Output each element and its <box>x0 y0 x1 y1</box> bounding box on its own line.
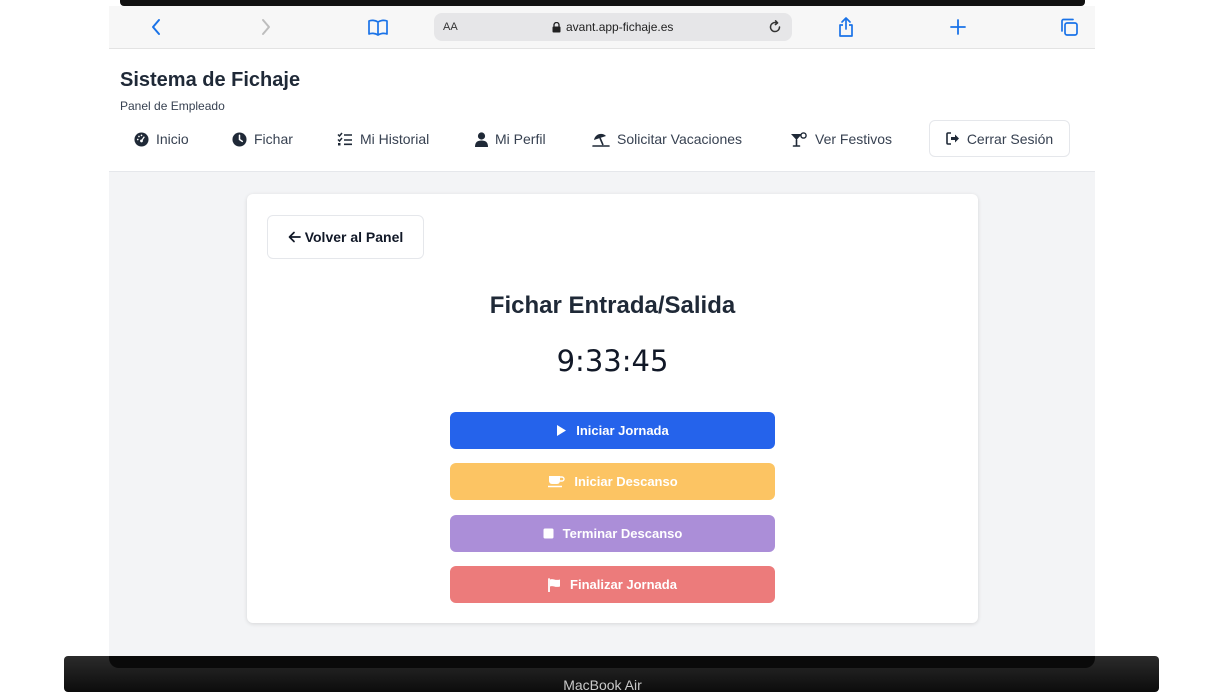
end-day-label: Finalizar Jornada <box>570 577 677 592</box>
nav-item-festivos[interactable]: Ver Festivos <box>790 126 892 152</box>
app-header: Sistema de Fichaje Panel de Empleado Ini… <box>109 49 1095 172</box>
gauge-icon <box>134 131 149 147</box>
cocktail-icon <box>791 131 807 147</box>
start-day-label: Iniciar Jornada <box>576 423 669 438</box>
main-nav: Inicio Fichar Mi Historial Mi Perfil Sol… <box>109 120 1095 160</box>
chevron-right-icon[interactable] <box>253 14 279 40</box>
nav-label-inicio: Inicio <box>156 131 189 147</box>
sign-out-icon <box>946 132 959 145</box>
nav-label-festivos: Ver Festivos <box>815 131 893 147</box>
nav-item-vacaciones[interactable]: Solicitar Vacaciones <box>592 126 742 152</box>
flag-icon <box>548 577 561 592</box>
url-text: avant.app-fichaje.es <box>566 20 674 34</box>
nav-label-fichar: Fichar <box>254 131 293 147</box>
lock-icon <box>552 21 561 32</box>
start-break-button[interactable]: Iniciar Descanso <box>450 463 775 500</box>
address-bar[interactable]: AA avant.app-fichaje.es <box>434 13 792 41</box>
back-label: Volver al Panel <box>304 229 404 245</box>
app-title: Sistema de Fichaje <box>120 69 301 91</box>
start-day-button[interactable]: Iniciar Jornada <box>450 412 775 449</box>
card-title: Fichar Entrada/Salida <box>489 292 736 319</box>
app-subtitle: Panel de Empleado <box>120 99 225 113</box>
stop-icon <box>543 528 554 539</box>
clock-icon <box>232 131 247 147</box>
plus-icon[interactable] <box>945 14 971 40</box>
end-day-button[interactable]: Finalizar Jornada <box>450 566 775 603</box>
list-check-icon <box>337 132 352 146</box>
chevron-left-icon[interactable] <box>143 14 169 40</box>
logout-button[interactable]: Cerrar Sesión <box>929 120 1070 157</box>
user-icon <box>475 131 488 147</box>
play-icon <box>557 425 567 436</box>
end-break-button[interactable]: Terminar Descanso <box>450 515 775 552</box>
logout-label: Cerrar Sesión <box>966 130 1054 147</box>
back-to-panel-button[interactable]: Volver al Panel <box>267 215 424 259</box>
end-break-label: Terminar Descanso <box>562 526 683 541</box>
nav-label-historial: Mi Historial <box>360 131 430 147</box>
book-icon[interactable] <box>365 14 391 40</box>
nav-label-perfil: Mi Perfil <box>495 131 546 147</box>
tabs-icon[interactable] <box>1056 14 1082 40</box>
device-label: MacBook Air <box>563 677 642 693</box>
current-time: 9:33:45 <box>556 344 669 378</box>
umbrella-beach-icon <box>592 133 610 147</box>
url-display: avant.app-fichaje.es <box>552 20 673 34</box>
arrow-left-icon <box>288 231 301 243</box>
device-hinge <box>109 656 1095 668</box>
start-break-label: Iniciar Descanso <box>574 474 678 489</box>
nav-label-vacaciones: Solicitar Vacaciones <box>617 131 743 147</box>
reload-icon[interactable] <box>764 16 786 38</box>
reader-aa-button[interactable]: AA <box>443 21 458 33</box>
nav-item-historial[interactable]: Mi Historial <box>337 126 429 152</box>
nav-item-perfil[interactable]: Mi Perfil <box>475 126 546 152</box>
nav-item-fichar[interactable]: Fichar <box>232 126 293 152</box>
screen: AA avant.app-fichaje.es Sistema de Ficha… <box>109 6 1095 656</box>
browser-toolbar: AA avant.app-fichaje.es <box>109 6 1095 49</box>
nav-item-inicio[interactable]: Inicio <box>134 126 189 152</box>
coffee-icon <box>548 476 566 488</box>
share-icon[interactable] <box>833 14 859 40</box>
clock-card: Volver al Panel Fichar Entrada/Salida 9:… <box>247 194 978 623</box>
